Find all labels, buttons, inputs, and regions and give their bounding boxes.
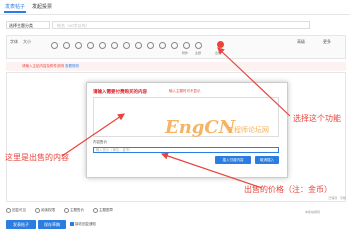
arrow-to-price <box>160 152 263 189</box>
option-thread-price[interactable]: 主题售价 <box>63 208 84 213</box>
option-thread-stamp[interactable]: 主题图章 <box>92 208 113 213</box>
save-draft-button[interactable]: 保存草稿 <box>38 220 66 229</box>
radio-icon <box>6 208 11 213</box>
annotation-selling-content: 这里是出售的内容 <box>5 153 69 162</box>
notify-checkbox[interactable]: 接收回复通知 <box>70 222 96 227</box>
radio-icon <box>92 208 98 213</box>
post-options: 回复可见 阅读权限 主题售价 主题图章 <box>6 208 346 216</box>
arrow-to-paid-icon <box>217 47 291 117</box>
annotation-select-function: 选择这个功能 <box>293 114 341 123</box>
option-reply-visible[interactable]: 回复可见 <box>6 208 26 213</box>
forum-rules-link[interactable]: 本版块规则 <box>305 210 320 214</box>
radio-icon <box>63 208 69 213</box>
checkbox-icon <box>70 222 74 227</box>
submit-post-button[interactable]: 发表帖子 <box>6 220 36 229</box>
annotation-selling-price: 出售的价格（注：金币） <box>244 185 332 194</box>
radio-icon <box>34 208 40 213</box>
arrow-to-content <box>61 113 125 157</box>
editor-status: 已保存 · 字数 <box>328 196 346 200</box>
option-read-permission[interactable]: 阅读权限 <box>34 208 55 213</box>
